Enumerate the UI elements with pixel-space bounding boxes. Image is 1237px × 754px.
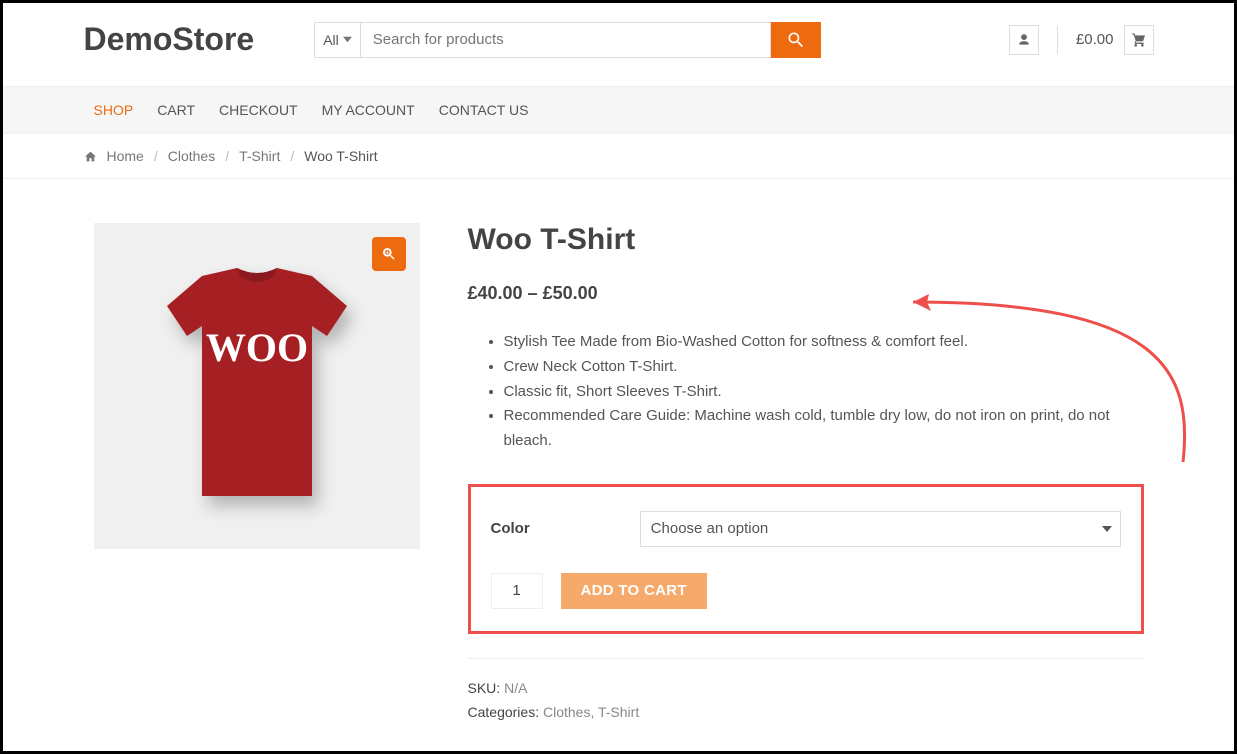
desc-bullet: Classic fit, Short Sleeves T-Shirt. [504, 380, 1144, 405]
main-nav: SHOP CART CHECKOUT MY ACCOUNT CONTACT US [3, 86, 1234, 134]
categories-label: Categories: [468, 704, 543, 720]
add-to-cart-button[interactable]: ADD TO CART [561, 573, 707, 609]
search-category-label: All [323, 32, 339, 48]
product-image[interactable]: WOO [94, 223, 420, 549]
account-button[interactable] [1009, 25, 1039, 55]
product-title: Woo T-Shirt [468, 223, 1144, 257]
nav-account[interactable]: MY ACCOUNT [310, 87, 427, 133]
sku-value: N/A [504, 680, 527, 696]
search-button[interactable] [771, 22, 821, 58]
product-meta: SKU: N/A Categories: Clothes, T-Shirt [468, 677, 1144, 725]
cart-total: £0.00 [1076, 31, 1114, 48]
tshirt-graphic: WOO [162, 266, 352, 506]
product-gallery: WOO [94, 223, 420, 724]
desc-bullet: Crew Neck Cotton T-Shirt. [504, 355, 1144, 380]
meta-separator [468, 658, 1144, 659]
breadcrumb-current: Woo T-Shirt [304, 148, 377, 164]
quantity-input[interactable] [491, 573, 543, 609]
search-input[interactable] [361, 22, 771, 58]
nav-contact[interactable]: CONTACT US [427, 87, 541, 133]
zoom-button[interactable] [372, 237, 406, 271]
search-category-dropdown[interactable]: All [314, 22, 361, 58]
home-icon [84, 150, 97, 163]
product-price: £40.00 – £50.00 [468, 283, 1144, 304]
variation-form-highlight: Color Choose an option ADD TO CART [468, 484, 1144, 634]
zoom-icon [381, 246, 397, 262]
nav-cart[interactable]: CART [145, 87, 207, 133]
breadcrumb: Home / Clothes / T-Shirt / Woo T-Shirt [84, 134, 1154, 178]
breadcrumb-sep: / [225, 148, 229, 164]
breadcrumb-clothes[interactable]: Clothes [168, 148, 215, 164]
add-to-cart-row: ADD TO CART [491, 573, 1121, 609]
store-logo[interactable]: DemoStore [84, 21, 255, 58]
svg-text:WOO: WOO [205, 325, 307, 370]
variation-label-color: Color [491, 520, 530, 537]
breadcrumb-home[interactable]: Home [107, 148, 144, 164]
cart-icon-box [1124, 25, 1154, 55]
sku-label: SKU: [468, 680, 505, 696]
nav-shop[interactable]: SHOP [94, 87, 146, 133]
product-summary: Woo T-Shirt £40.00 – £50.00 Stylish Tee … [468, 223, 1144, 724]
breadcrumb-sep: / [154, 148, 158, 164]
header-cart[interactable]: £0.00 [1076, 25, 1154, 55]
breadcrumb-tshirt[interactable]: T-Shirt [239, 148, 280, 164]
divider [1057, 26, 1058, 54]
desc-bullet: Stylish Tee Made from Bio-Washed Cotton … [504, 330, 1144, 355]
search-icon [786, 30, 806, 50]
categories-value[interactable]: Clothes, T-Shirt [543, 704, 639, 720]
chevron-down-icon [343, 35, 352, 44]
cart-icon [1131, 32, 1147, 48]
product-description: Stylish Tee Made from Bio-Washed Cotton … [468, 330, 1144, 454]
search-bar: All [314, 22, 821, 58]
nav-checkout[interactable]: CHECKOUT [207, 87, 310, 133]
desc-bullet: Recommended Care Guide: Machine wash col… [504, 404, 1144, 454]
breadcrumb-sep: / [290, 148, 294, 164]
user-icon [1017, 33, 1031, 47]
color-select[interactable]: Choose an option [640, 511, 1121, 547]
variation-row: Color Choose an option [491, 511, 1121, 547]
